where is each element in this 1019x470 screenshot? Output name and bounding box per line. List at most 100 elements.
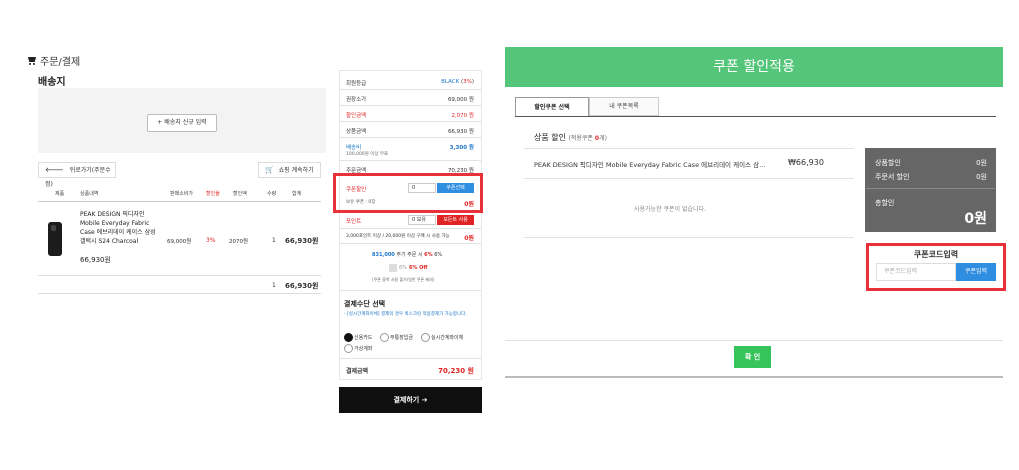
back-button[interactable]: 🡐 뒤로가기(주문수정) (38, 162, 116, 188)
coupon-highlight-box (333, 173, 483, 213)
modal-product-name: PEAK DESIGN 픽디자인 Mobile Everyday Fabric … (534, 161, 766, 169)
tab-underline (515, 116, 996, 117)
point-note: 3,000포인트 이상 / 20,000원 이상 구매 시 사용 가능 (346, 234, 450, 239)
final-amount-label: 결제금액 (346, 368, 369, 375)
sum-order-discount-value: 0원 (976, 173, 987, 181)
discount-value: 2,070 원 (451, 113, 474, 119)
pay-method-transfer-label: 실시간계좌이체 (431, 335, 464, 341)
product-image[interactable] (48, 222, 62, 256)
product-amount-label: 상품금액 (346, 129, 367, 135)
pay-method-deposit-label: 무통장입금 (390, 335, 414, 341)
sum-order-discount-label: 주문서 할인 (875, 173, 910, 181)
cart-icon (27, 56, 37, 65)
sum-product-discount-value: 0원 (976, 159, 987, 167)
divider (340, 105, 481, 106)
radio-icon (344, 344, 353, 353)
col-discount-amount: 할인액 (233, 191, 247, 197)
new-address-button[interactable]: + 배송지 신규 입력 (147, 114, 217, 132)
divider (524, 148, 854, 149)
product-total: 66,930원 (285, 237, 319, 245)
tab-select-coupon[interactable]: 할인쿠폰 선택 (515, 97, 589, 117)
confirm-button[interactable]: 확 인 (734, 346, 771, 368)
divider (866, 188, 995, 189)
no-coupon-text: 사용가능한 쿠폰이 없습니다. (634, 206, 706, 213)
cart-icon: 🛒 (265, 166, 274, 174)
pay-method-card-label: 신용카드 (354, 335, 373, 341)
product-amount-row: 상품금액 66,930 원 (346, 127, 474, 135)
pay-method-note: - [실시간계좌이체] 결제의 경우 퀵스크린 적용결제가 가능합니다. (344, 312, 467, 317)
breadcrumb-label: 주문/결제 (40, 57, 81, 68)
product-price: 66,930원 (80, 256, 111, 264)
continue-shopping-label: 쇼핑 계속하기 (278, 167, 314, 174)
list-total-label: 권장소가 (346, 97, 367, 103)
radio-icon (421, 333, 430, 342)
col-discount-rate: 할인율 (206, 191, 220, 197)
earn-checkbox[interactable] (389, 264, 397, 272)
divider (340, 89, 481, 90)
coupon-code-submit-button[interactable]: 쿠폰입력 (956, 263, 996, 281)
continue-shopping-button[interactable]: 🛒 쇼핑 계속하기 (258, 162, 321, 178)
product-discount-amount: 2070원 (229, 239, 249, 245)
member-grade-value: BLACK (3%) (441, 79, 474, 85)
divider (524, 178, 854, 179)
pay-method-card[interactable]: 신용카드 (344, 333, 372, 342)
col-qty: 수량 (267, 191, 277, 197)
earn-mid-text: 주기 주문 시 (394, 252, 425, 258)
row-divider (38, 275, 321, 276)
pay-method-virtual-label: 가상계좌 (354, 346, 373, 352)
sum-total-value: 0원 (964, 211, 987, 227)
shipping-row: 배송비 3,300 원 (346, 143, 474, 151)
member-grade-rate: 3% (463, 79, 472, 85)
pay-method-deposit[interactable]: 무통장입금 (380, 333, 413, 342)
list-total-row: 권장소가 69,000 원 (346, 95, 474, 103)
shipping-note: 100,000원 이상 무료 (346, 152, 389, 157)
earn-note: (쿠폰 중복 사용 불가/일반 쿠폰 제외) (372, 277, 435, 282)
member-grade-name: BLACK (441, 79, 460, 85)
col-total: 합계 (292, 191, 302, 197)
product-table-header: 제품 상품내역 판매소비가 할인율 할인액 수량 합계 (38, 184, 321, 202)
arrow-left-icon: 🡐 (45, 166, 64, 174)
product-qty: 1 (272, 237, 276, 244)
pay-button[interactable]: 결제하기 ➔ (339, 387, 482, 413)
divider (340, 358, 481, 359)
modal-title: 쿠폰 할인적용 (505, 47, 1003, 87)
use-points-button[interactable]: 모든트 사용 (437, 215, 474, 225)
final-amount-value: 70,230 원 (438, 367, 474, 375)
pay-method-transfer[interactable]: 실시간계좌이체 (421, 333, 463, 342)
point-input[interactable]: 0 보유 (408, 215, 436, 225)
point-amount: 0원 (464, 235, 474, 242)
product-discount-rate: 3% (206, 237, 216, 244)
divider (340, 243, 481, 244)
product-name[interactable]: PEAK DESIGN 픽디자인 Mobile Everyday Fabric … (80, 210, 160, 246)
radio-selected-icon (344, 333, 353, 342)
shipping-value: 3,300 원 (449, 145, 474, 151)
product-list-price: 69,000원 (167, 239, 192, 245)
final-amount-row: 결제금액 70,230 원 (346, 366, 474, 375)
earn-line: 831,000 주기 주문 시 6% 6% (372, 251, 442, 258)
earn-off-row: 6% 6% Off (389, 264, 427, 272)
col-product: 제품 (55, 191, 65, 197)
modal-product-line: PEAK DESIGN 픽디자인 Mobile Everyday Fabric … (534, 159, 765, 169)
divider (340, 137, 481, 138)
pay-method-virtual[interactable]: 가상계좌 (344, 344, 372, 353)
earn-rate: 6% (424, 252, 433, 258)
divider (505, 340, 1003, 341)
discount-label: 할인금액 (346, 113, 367, 119)
sum-product-discount: 상품할인 0원 (875, 158, 987, 168)
divider (340, 290, 481, 291)
breadcrumb: 주문/결제 (27, 53, 80, 68)
radio-icon (380, 333, 389, 342)
row-divider (38, 293, 321, 294)
applicable-prefix: (적용쿠폰 (568, 135, 595, 142)
point-note-row: 3,000포인트 이상 / 20,000원 이상 구매 시 사용 가능 0원 (346, 233, 474, 242)
earn-off-text: 6% Off (408, 265, 428, 271)
col-details: 상품내역 (80, 191, 99, 197)
sum-product-discount-label: 상품할인 (875, 159, 901, 167)
coupon-code-input[interactable]: 쿠폰코드입력 (876, 263, 956, 281)
tab-my-coupons[interactable]: 내 쿠폰목록 (589, 97, 659, 116)
pay-method-title: 결제수단 선택 (344, 300, 386, 308)
earn-amount: 831,000 (372, 252, 395, 258)
list-total-value: 69,000 원 (447, 97, 474, 103)
shipping-title: 배송지 (38, 77, 66, 88)
coupon-code-title: 쿠폰코드입력 (913, 250, 959, 259)
